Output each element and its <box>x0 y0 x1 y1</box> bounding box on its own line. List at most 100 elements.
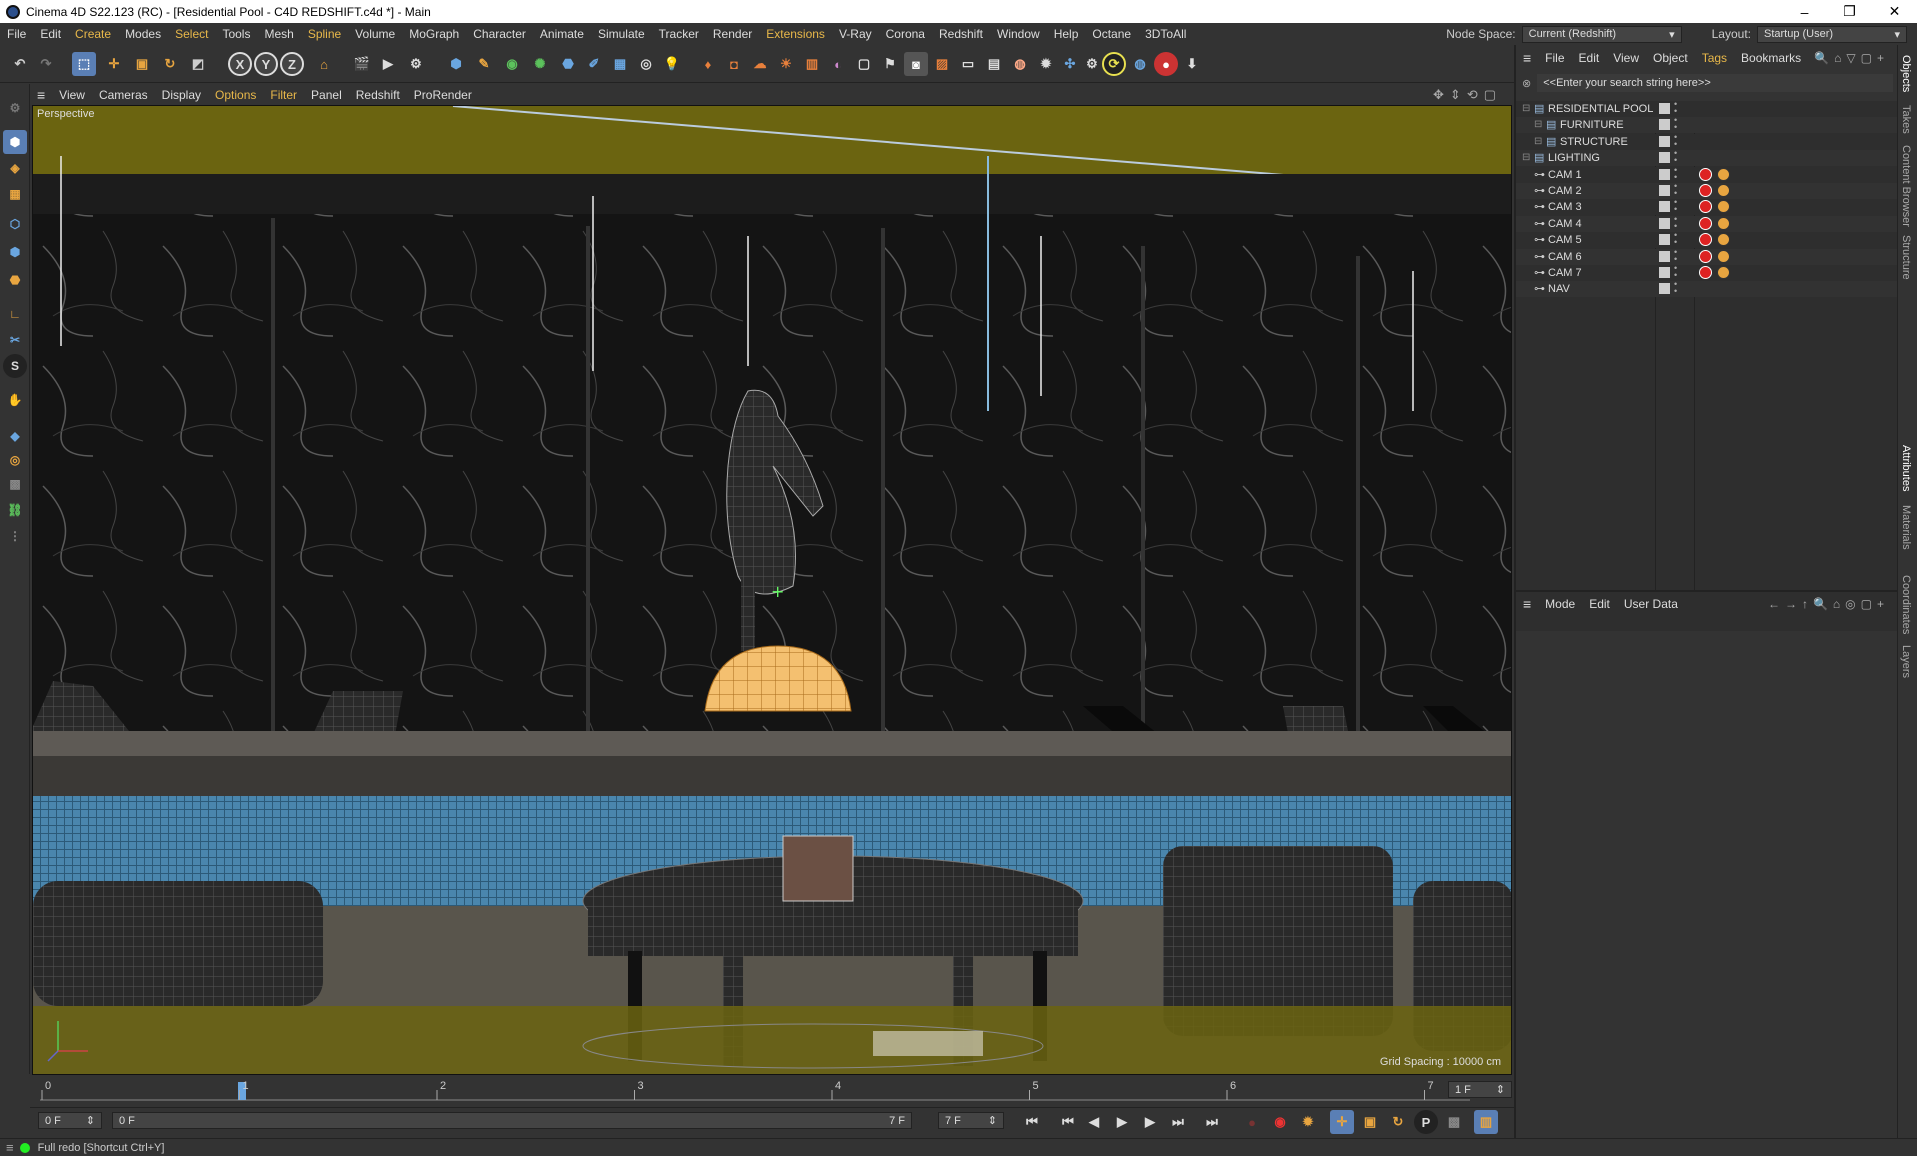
y-axis-button[interactable]: Y <box>254 52 278 76</box>
rs-color-icon[interactable]: ◍ <box>1008 52 1032 76</box>
camera-icon[interactable]: ◎ <box>634 52 658 76</box>
select-tool-icon[interactable]: ⬚ <box>72 52 96 76</box>
object-name[interactable]: LIGHTING <box>1548 152 1600 164</box>
hamburger-icon[interactable]: ≡ <box>30 87 52 103</box>
deformer-icon[interactable]: ⬣ <box>556 52 580 76</box>
layer-color-icon[interactable] <box>1659 234 1670 246</box>
points-mode-icon[interactable]: ⬡ <box>3 212 27 236</box>
object-row[interactable]: ⊶ CAM 4 • • <box>1516 214 1899 232</box>
menu-tracker[interactable]: Tracker <box>652 27 706 41</box>
octane-settings-icon[interactable]: ◍ <box>1128 52 1152 76</box>
cloner-icon[interactable]: ✺ <box>528 52 552 76</box>
next-frame-icon[interactable]: ▶ <box>1138 1110 1162 1134</box>
layer-color-icon[interactable] <box>1659 135 1670 147</box>
redshift-camera-tag-icon[interactable] <box>1699 167 1712 181</box>
redshift-camera-icon[interactable]: ◘ <box>722 52 746 76</box>
octane-render-icon[interactable]: ● <box>1154 52 1178 76</box>
side-tab-attributes[interactable]: Attributes <box>1900 445 1912 491</box>
side-tab-content-browser[interactable]: Content Browser <box>1900 145 1912 227</box>
layer-color-icon[interactable] <box>1659 267 1670 278</box>
scale-tool-icon[interactable]: ▣ <box>130 52 154 76</box>
object-name[interactable]: FURNITURE <box>1560 119 1624 131</box>
move-tool-icon[interactable]: ✛ <box>102 52 126 76</box>
redshift-camera-tag-icon[interactable] <box>1699 249 1712 263</box>
menu-simulate[interactable]: Simulate <box>591 27 652 41</box>
viewport-menu-prorender[interactable]: ProRender <box>407 88 479 102</box>
floor-icon[interactable]: ▦ <box>608 52 632 76</box>
menu-v-ray[interactable]: V-Ray <box>832 27 879 41</box>
layer-color-icon[interactable] <box>1659 250 1670 262</box>
side-tab-structure[interactable]: Structure <box>1900 235 1912 280</box>
side-tab-objects[interactable]: Objects <box>1900 55 1912 92</box>
start-frame-field[interactable]: 0 F ⇕ <box>38 1112 102 1129</box>
menu-character[interactable]: Character <box>466 27 533 41</box>
z-axis-button[interactable]: Z <box>280 52 304 76</box>
object-row[interactable]: ⊶ CAM 5 • • <box>1516 231 1899 249</box>
rs-aov-icon[interactable]: ▨ <box>930 52 954 76</box>
rs-snapshot-icon[interactable]: ▭ <box>956 52 980 76</box>
redshift-camera-tag-icon[interactable] <box>1699 266 1712 279</box>
menu-select[interactable]: Select <box>168 27 215 41</box>
side-tab-coordinates[interactable]: Coordinates <box>1900 575 1912 634</box>
object-name[interactable]: CAM 6 <box>1548 251 1582 263</box>
layer-color-icon[interactable] <box>1659 152 1670 164</box>
octane-live-icon[interactable]: ⟳ <box>1102 52 1126 76</box>
go-to-end-icon[interactable]: ⏭ <box>1200 1110 1224 1134</box>
attribute-menu-edit[interactable]: Edit <box>1582 597 1617 611</box>
protection-tag-icon[interactable] <box>1717 184 1730 197</box>
protection-tag-icon[interactable] <box>1717 233 1730 247</box>
coordinate-system-icon[interactable]: ⌂ <box>312 52 336 76</box>
key-scale-icon[interactable]: ▣ <box>1358 1110 1382 1134</box>
make-editable-icon[interactable]: ⚙ <box>3 96 27 120</box>
object-menu-view[interactable]: View <box>1606 51 1646 65</box>
more-tools-icon[interactable]: ⋮ <box>3 524 27 548</box>
minimize-button[interactable]: – <box>1782 0 1827 23</box>
protection-tag-icon[interactable] <box>1717 216 1730 230</box>
texture-mode-icon[interactable]: ◈ <box>3 156 27 180</box>
visibility-dots-icon[interactable]: • • <box>1674 149 1677 165</box>
visibility-dots-icon[interactable]: • • <box>1674 214 1677 230</box>
menu-redshift[interactable]: Redshift <box>932 27 990 41</box>
side-tab-layers[interactable]: Layers <box>1900 645 1912 678</box>
viewport-menu-redshift[interactable]: Redshift <box>349 88 407 102</box>
node-space-dropdown[interactable]: Current (Redshift) ▾ <box>1521 25 1682 43</box>
menu-tools[interactable]: Tools <box>215 27 257 41</box>
tweak-mode-icon[interactable]: ✂ <box>3 328 27 352</box>
current-frame-field[interactable]: 1 F ⇕ <box>1448 1081 1512 1098</box>
redo-icon[interactable]: ↷ <box>34 52 58 76</box>
render-view-icon[interactable]: ▶ <box>376 52 400 76</box>
object-row[interactable]: ⊶ CAM 2 • • <box>1516 182 1899 199</box>
menu-modes[interactable]: Modes <box>118 27 168 41</box>
field-icon[interactable]: ✐ <box>582 52 606 76</box>
undo-icon[interactable]: ↶ <box>8 52 32 76</box>
menu-corona[interactable]: Corona <box>879 27 932 41</box>
viewport-nav-icons[interactable]: ✥⇕⟲▢ <box>1433 87 1502 103</box>
hamburger-icon[interactable]: ≡ <box>6 1140 14 1155</box>
render-region-icon[interactable]: 🎬 <box>350 52 374 76</box>
object-row[interactable]: ⊶ CAM 6 • • <box>1516 247 1899 265</box>
viewport-menu-filter[interactable]: Filter <box>263 88 304 102</box>
menu-file[interactable]: File <box>0 27 33 41</box>
side-tab-materials[interactable]: Materials <box>1900 505 1912 550</box>
attribute-menu-user-data[interactable]: User Data <box>1617 597 1685 611</box>
protection-tag-icon[interactable] <box>1717 249 1730 263</box>
object-manager-tools-icons[interactable]: 🔍⌂▽▢+ <box>1814 51 1889 65</box>
object-menu-edit[interactable]: Edit <box>1572 51 1607 65</box>
protection-tag-icon[interactable] <box>1717 200 1730 214</box>
object-name[interactable]: CAM 1 <box>1548 169 1582 181</box>
edges-mode-icon[interactable]: ⬢ <box>3 240 27 264</box>
visibility-dots-icon[interactable]: • • <box>1674 198 1677 214</box>
menu-render[interactable]: Render <box>706 27 759 41</box>
protection-tag-icon[interactable] <box>1717 266 1730 279</box>
side-tab-takes[interactable]: Takes <box>1900 105 1912 134</box>
object-menu-bookmarks[interactable]: Bookmarks <box>1734 51 1808 65</box>
play-icon[interactable]: ▶ <box>1110 1110 1134 1134</box>
visibility-dots-icon[interactable]: • • <box>1674 264 1677 280</box>
redshift-camera-tag-icon[interactable] <box>1699 233 1712 247</box>
redshift-camera-tag-icon[interactable] <box>1699 216 1712 230</box>
viewport-perspective[interactable]: + Perspective Grid Spacing: 10000 cm <box>32 105 1512 1075</box>
expand-toggle-icon[interactable]: ⊟ <box>1522 103 1530 114</box>
object-name[interactable]: RESIDENTIAL POOL <box>1548 103 1653 115</box>
visibility-dots-icon[interactable]: • • <box>1674 182 1677 198</box>
prev-frame-icon[interactable]: ◀ <box>1082 1110 1106 1134</box>
